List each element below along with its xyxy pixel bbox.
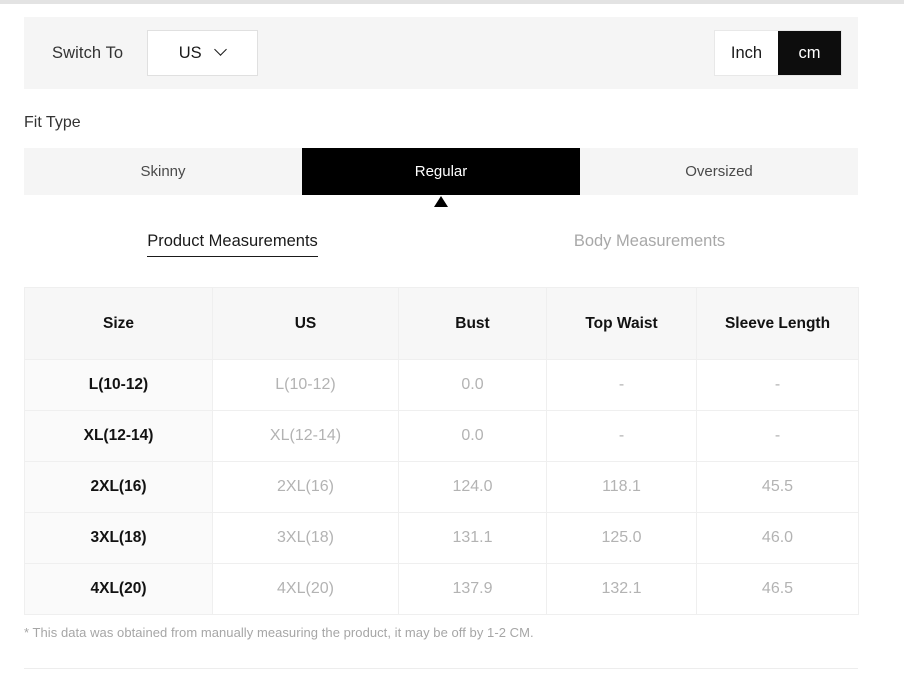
cell-us: L(10-12): [212, 359, 399, 411]
cell-size: 2XL(16): [24, 461, 213, 513]
cell-size: 4XL(20): [24, 563, 213, 615]
fit-type-selector: Skinny Regular Oversized: [24, 148, 858, 195]
cell-us: 4XL(20): [212, 563, 399, 615]
size-chart-table: Size US Bust Top Waist Sleeve Length L(1…: [24, 287, 859, 615]
tab-product-measurements[interactable]: Product Measurements: [24, 232, 441, 266]
cell-bust: 124.0: [398, 461, 547, 513]
cell-sleeve-length: 45.5: [696, 461, 859, 513]
fit-option-regular[interactable]: Regular: [302, 148, 580, 195]
tab-product-measurements-label: Product Measurements: [147, 232, 318, 257]
column-header-bust: Bust: [398, 287, 547, 360]
cell-top-waist: -: [546, 359, 697, 411]
column-header-sleeve-length: Sleeve Length: [696, 287, 859, 360]
cell-bust: 137.9: [398, 563, 547, 615]
region-select[interactable]: US: [147, 30, 259, 76]
table-header-row: Size US Bust Top Waist Sleeve Length: [24, 287, 859, 360]
cell-bust: 0.0: [398, 410, 547, 462]
cell-top-waist: 132.1: [546, 563, 697, 615]
chevron-down-icon: [216, 45, 227, 56]
cell-us: XL(12-14): [212, 410, 399, 462]
cell-size: L(10-12): [24, 359, 213, 411]
tab-body-measurements[interactable]: Body Measurements: [441, 232, 858, 266]
unit-button-inch[interactable]: Inch: [715, 31, 778, 75]
cell-size: 3XL(18): [24, 512, 213, 564]
cell-size: XL(12-14): [24, 410, 213, 462]
size-guide-page: Switch To US Inch cm Fit Type Skinny Reg…: [0, 4, 904, 681]
cell-sleeve-length: -: [696, 410, 859, 462]
switch-to-label: Switch To: [52, 43, 124, 62]
measurement-disclaimer: * This data was obtained from manually m…: [24, 625, 534, 640]
cell-top-waist: -: [546, 410, 697, 462]
cell-us: 3XL(18): [212, 512, 399, 564]
cell-top-waist: 118.1: [546, 461, 697, 513]
cell-sleeve-length: 46.5: [696, 563, 859, 615]
table-row: 4XL(20) 4XL(20) 137.9 132.1 46.5: [24, 563, 859, 615]
cell-sleeve-length: 46.0: [696, 512, 859, 564]
column-header-us: US: [212, 287, 399, 360]
column-header-size: Size: [24, 287, 213, 360]
table-row: L(10-12) L(10-12) 0.0 - -: [24, 359, 859, 411]
unit-button-cm[interactable]: cm: [778, 31, 841, 75]
table-row: XL(12-14) XL(12-14) 0.0 - -: [24, 410, 859, 462]
cell-bust: 131.1: [398, 512, 547, 564]
switch-bar: Switch To US Inch cm: [24, 17, 858, 89]
table-row: 2XL(16) 2XL(16) 124.0 118.1 45.5: [24, 461, 859, 513]
tab-body-measurements-label: Body Measurements: [573, 232, 726, 250]
table-row: 3XL(18) 3XL(18) 131.1 125.0 46.0: [24, 512, 859, 564]
unit-toggle: Inch cm: [714, 30, 842, 76]
fit-type-label: Fit Type: [24, 114, 81, 131]
region-select-value: US: [178, 43, 202, 62]
selected-fit-caret: [0, 196, 904, 208]
cell-bust: 0.0: [398, 359, 547, 411]
column-header-top-waist: Top Waist: [546, 287, 697, 360]
bottom-divider: [24, 668, 858, 669]
cell-us: 2XL(16): [212, 461, 399, 513]
fit-option-skinny[interactable]: Skinny: [24, 148, 302, 195]
cell-sleeve-length: -: [696, 359, 859, 411]
cell-top-waist: 125.0: [546, 512, 697, 564]
fit-option-oversized[interactable]: Oversized: [580, 148, 858, 195]
measurement-tabs: Product Measurements Body Measurements: [24, 232, 858, 266]
